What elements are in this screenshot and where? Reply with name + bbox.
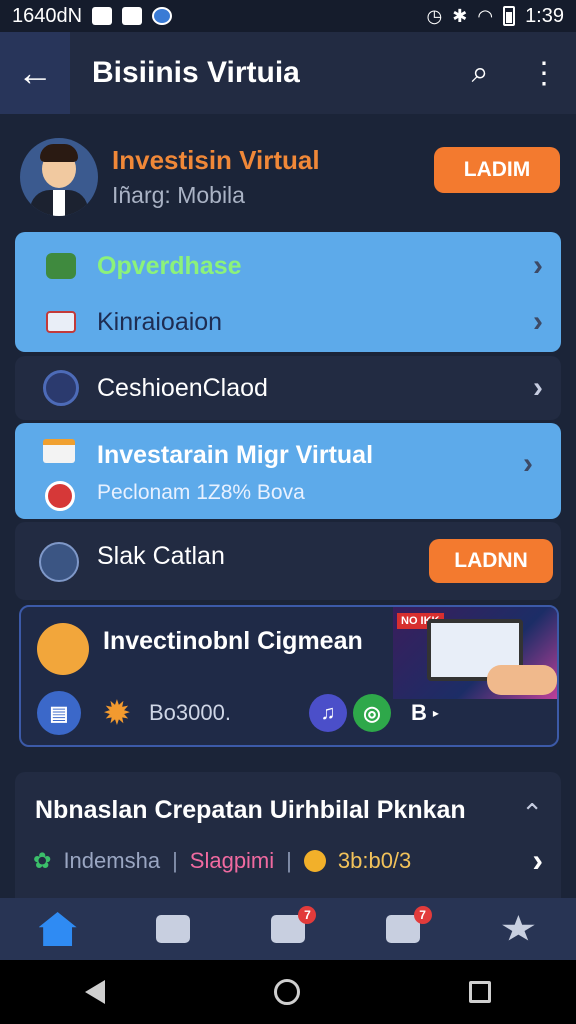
promo-card[interactable]: Invectinobnl Cigmean NO IKK ▤ ✹ Bo3000. … bbox=[19, 605, 559, 747]
section-title: Nbnaslan Crepatan Uirhbilal Pknkan bbox=[35, 796, 466, 824]
stat-item: Slagpimi bbox=[189, 848, 275, 873]
system-back-icon[interactable] bbox=[84, 980, 105, 1004]
system-home-icon[interactable] bbox=[273, 979, 300, 1005]
promo-image: NO IKK bbox=[393, 607, 557, 699]
app-icon bbox=[152, 7, 173, 25]
menu-row-cashload[interactable]: CeshioenClaod › bbox=[15, 356, 561, 420]
app-bar: ← Bisiinis Virtuia ⌕ ⋮ bbox=[0, 32, 576, 114]
nav-favorites[interactable] bbox=[461, 898, 576, 960]
people-icon: ✿ bbox=[33, 848, 52, 873]
catalog-action-button[interactable]: LADNN bbox=[429, 539, 553, 583]
wallet-icon bbox=[37, 623, 89, 675]
nav-home[interactable] bbox=[0, 898, 115, 960]
music-icon[interactable]: ♫ bbox=[308, 694, 347, 732]
chevron-right-icon[interactable]: › bbox=[532, 842, 543, 879]
bottom-section: Nbnaslan Crepatan Uirhbilal Pknkan ⌃ ✿ I… bbox=[15, 772, 561, 898]
search-icon: ⌕ bbox=[471, 56, 489, 89]
notification-badge: 7 bbox=[413, 906, 432, 924]
tray-icon bbox=[39, 542, 79, 582]
nav-tasks[interactable]: 7 bbox=[230, 898, 345, 960]
green-app-icon[interactable]: ◎ bbox=[352, 694, 391, 732]
list-item[interactable]: Kinraioaion › bbox=[15, 294, 561, 350]
nav-messages[interactable]: 7 bbox=[346, 898, 461, 960]
home-icon bbox=[38, 912, 77, 946]
badge-icon bbox=[45, 481, 75, 511]
arrow-right-icon: ▸ bbox=[432, 706, 439, 720]
promo-title: Invectinobnl Cigmean bbox=[103, 627, 363, 655]
profile-title: Investisin Virtual bbox=[112, 145, 320, 175]
back-button[interactable]: ← bbox=[0, 32, 70, 114]
profile-subtitle: Iñarg: Mobila bbox=[112, 182, 245, 208]
status-time: 1:39 bbox=[525, 4, 564, 27]
nav-reports[interactable] bbox=[115, 898, 230, 960]
chevron-right-icon: › bbox=[533, 305, 543, 338]
list-item-label: Kinraioaion bbox=[97, 307, 223, 336]
bluetooth-icon: ✱ bbox=[452, 5, 468, 26]
wallet-circle-icon: ▤ bbox=[37, 691, 81, 735]
list-item-label: Opverdhase bbox=[97, 251, 242, 280]
more-button[interactable]: ⋮ bbox=[512, 56, 576, 91]
chevron-right-icon: › bbox=[523, 447, 533, 480]
profile-header: Investisin Virtual Iñarg: Mobila LADIM bbox=[20, 135, 560, 219]
investment-title: Investarain Migr Virtual bbox=[97, 441, 374, 469]
globe-icon bbox=[43, 370, 79, 406]
promo-amount: Bo3000. bbox=[149, 700, 231, 725]
search-button[interactable]: ⌕ bbox=[448, 56, 512, 90]
bottom-nav: 7 7 bbox=[0, 898, 576, 960]
star-icon bbox=[502, 915, 535, 941]
list-item-label: CeshioenClaod bbox=[97, 373, 268, 402]
status-bar: 1640dN ◷ ✱ ◠ 1:39 bbox=[0, 0, 576, 32]
report-icon bbox=[155, 915, 190, 943]
notification-badge: 7 bbox=[298, 906, 317, 924]
chevron-right-icon: › bbox=[533, 371, 543, 404]
system-recents-icon[interactable] bbox=[469, 981, 492, 1003]
arrow-left-icon: ← bbox=[17, 52, 53, 93]
battery-icon bbox=[503, 6, 516, 26]
image-icon bbox=[122, 7, 143, 25]
list-item[interactable]: Opverdhase › bbox=[15, 238, 561, 294]
coin-icon bbox=[303, 850, 326, 872]
extra-label: B bbox=[410, 700, 427, 725]
chevron-up-icon[interactable]: ⌃ bbox=[521, 798, 543, 829]
page-title: Bisiinis Virtuia bbox=[92, 56, 300, 89]
avatar bbox=[20, 138, 98, 216]
menu-card-1: Opverdhase › Kinraioaion › bbox=[15, 232, 561, 352]
investment-subtitle: Peclonam 1Z8% Bova bbox=[97, 481, 305, 504]
catalog-label: Slak Catlan bbox=[97, 542, 225, 570]
menu-row-catalog: Slak Catlan LADNN bbox=[15, 522, 561, 600]
more-vert-icon: ⋮ bbox=[529, 56, 559, 90]
status-text: 1640dN bbox=[12, 4, 83, 27]
chevron-right-icon: › bbox=[533, 249, 543, 282]
alarm-icon: ◷ bbox=[426, 5, 443, 26]
stat-item: 3b:b0/3 bbox=[337, 848, 412, 873]
stat-item: Indemsha bbox=[63, 848, 161, 873]
chart-icon bbox=[43, 439, 75, 463]
document-icon bbox=[46, 311, 76, 333]
wifi-icon: ◠ bbox=[477, 5, 494, 26]
system-nav-bar bbox=[0, 960, 576, 1024]
notification-icon bbox=[92, 7, 113, 25]
profile-action-button[interactable]: LADIM bbox=[434, 147, 560, 193]
sun-icon: ✹ bbox=[104, 696, 130, 730]
investment-card[interactable]: Investarain Migr Virtual Peclonam 1Z8% B… bbox=[15, 423, 561, 519]
money-icon bbox=[46, 253, 76, 279]
